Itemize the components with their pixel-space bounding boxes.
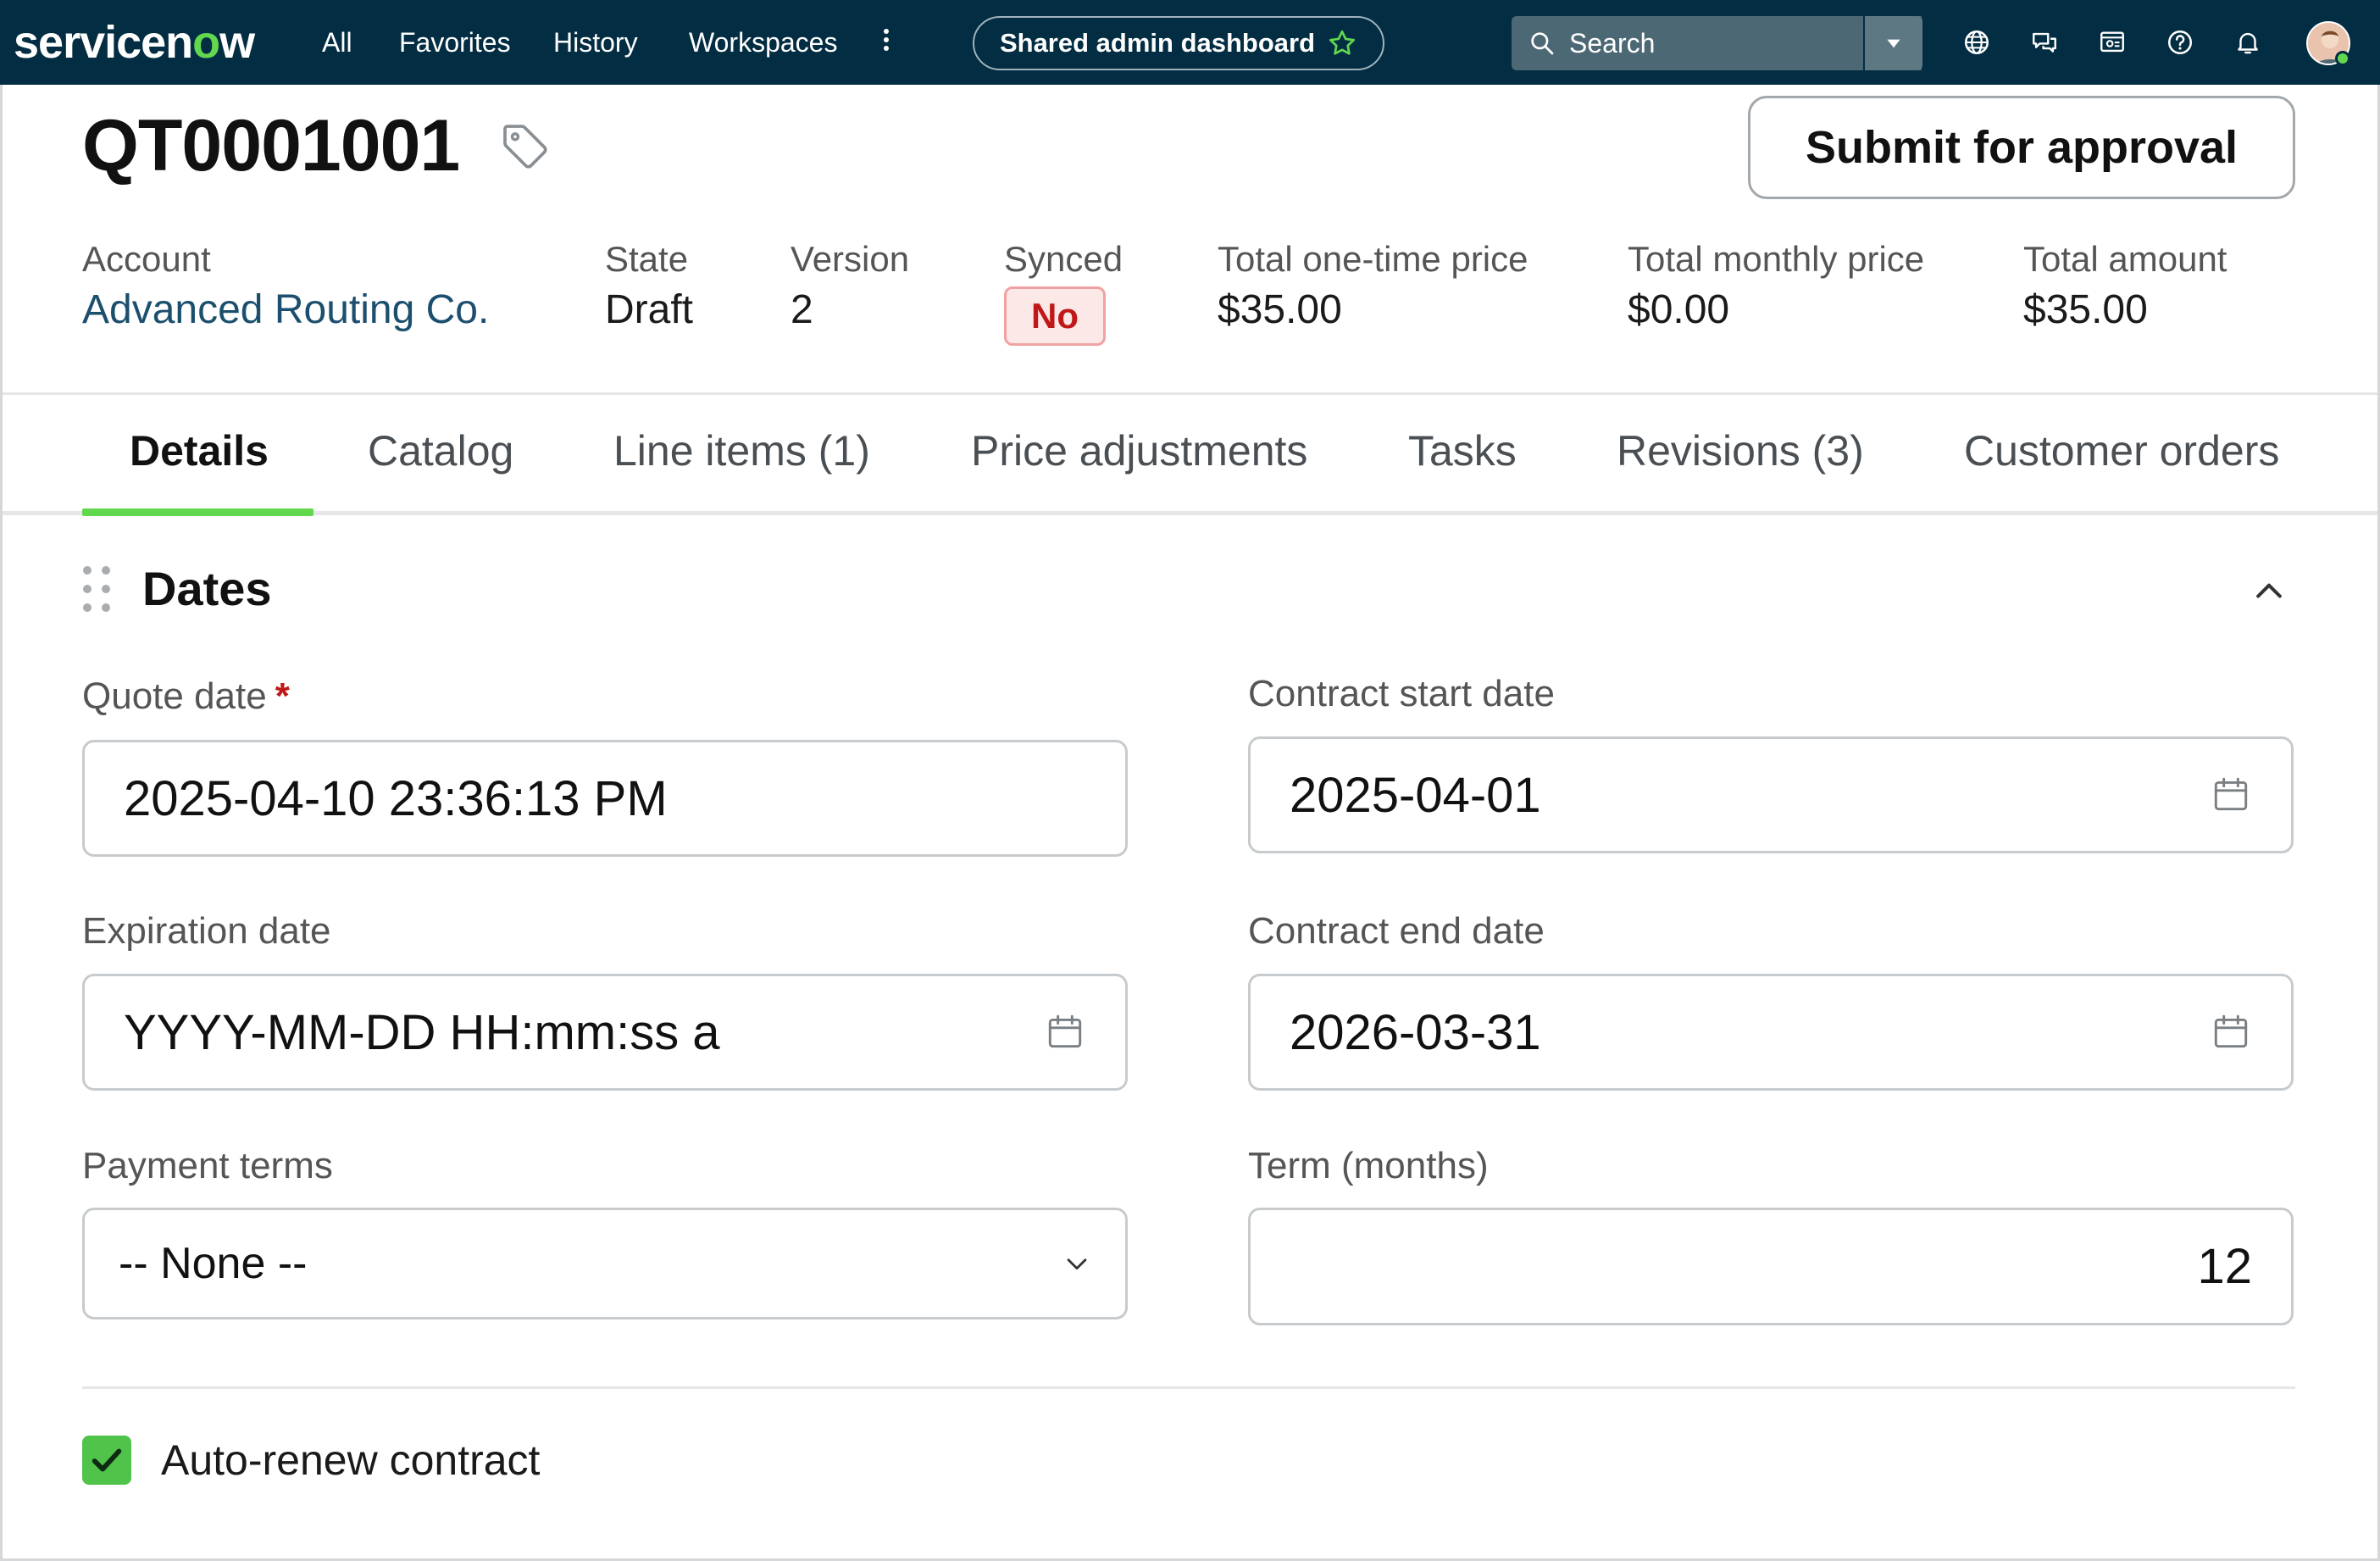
total-amount-label: Total amount xyxy=(2023,239,2227,279)
tabs-baseline xyxy=(3,511,2377,515)
contract-start-date-field[interactable]: 2025-04-01 xyxy=(1248,736,2294,853)
chevron-up-icon[interactable] xyxy=(2250,573,2288,610)
expiration-date-field[interactable]: YYYY-MM-DD HH:mm:ss a xyxy=(82,974,1128,1091)
workspace-pill-label: Shared admin dashboard xyxy=(999,28,1316,58)
contract-end-date-field[interactable]: 2026-03-31 xyxy=(1248,974,2294,1091)
version-value: 2 xyxy=(791,287,813,332)
workspace-pill[interactable]: Shared admin dashboard xyxy=(973,16,1384,70)
chevron-down-icon xyxy=(1067,1258,1087,1270)
monthly-price-label: Total monthly price xyxy=(1628,239,1925,279)
search-placeholder: Search xyxy=(1569,27,1656,58)
account-label: Account xyxy=(82,239,211,279)
record-number: QT0001001 xyxy=(82,105,460,186)
bell-icon[interactable] xyxy=(2231,25,2265,59)
caret-down-icon xyxy=(1887,39,1900,48)
synced-label: Synced xyxy=(1004,239,1123,279)
calendar-icon[interactable] xyxy=(1044,1011,1086,1053)
tag-icon[interactable] xyxy=(498,119,552,173)
nav-workspaces[interactable]: Workspaces xyxy=(689,0,837,85)
auto-renew-checkbox[interactable] xyxy=(82,1436,131,1485)
calendar-icon[interactable] xyxy=(2210,774,2252,816)
tab-price-adjustments[interactable]: Price adjustments xyxy=(971,426,1307,475)
help-icon[interactable] xyxy=(2163,25,2197,59)
total-amount-value: $35.00 xyxy=(2023,287,2148,332)
term-months-field[interactable]: 12 xyxy=(1248,1208,2294,1325)
submit-for-approval-button[interactable]: Submit for approval xyxy=(1748,96,2295,199)
state-label: State xyxy=(605,239,689,279)
section-divider xyxy=(82,1386,2295,1389)
star-icon[interactable] xyxy=(1327,28,1357,58)
required-indicator: * xyxy=(275,675,290,717)
monthly-price-value: $0.00 xyxy=(1628,287,1730,332)
top-navigation-bar: servicenow All Favorites History Workspa… xyxy=(0,0,2380,85)
nav-favorites[interactable]: Favorites xyxy=(399,0,511,85)
servicenow-logo[interactable]: servicenow xyxy=(14,8,255,76)
term-months-value: 12 xyxy=(2197,1239,2252,1294)
tab-customer-orders[interactable]: Customer orders xyxy=(1964,426,2279,475)
payment-terms-select[interactable]: -- None -- xyxy=(82,1208,1128,1319)
calendar-icon[interactable] xyxy=(2210,1011,2252,1053)
tab-details[interactable]: Details xyxy=(130,426,269,475)
contract-start-date-value: 2025-04-01 xyxy=(1290,767,1541,823)
expiration-date-label: Expiration date xyxy=(82,910,331,952)
chat-icon[interactable] xyxy=(2028,25,2061,59)
version-label: Version xyxy=(791,239,910,279)
account-link[interactable]: Advanced Routing Co. xyxy=(82,286,489,333)
checkmark-icon xyxy=(92,1448,122,1472)
payment-terms-label: Payment terms xyxy=(82,1145,333,1186)
state-value: Draft xyxy=(605,287,694,332)
expiration-date-placeholder: YYYY-MM-DD HH:mm:ss a xyxy=(124,1004,720,1060)
contract-end-date-value: 2026-03-31 xyxy=(1290,1004,1541,1060)
inbox-icon[interactable] xyxy=(2095,25,2129,59)
contract-end-date-label: Contract end date xyxy=(1248,910,1545,952)
presence-status-dot xyxy=(2335,51,2350,66)
quote-date-field[interactable]: 2025-04-10 23:36:13 PM xyxy=(82,740,1128,857)
auto-renew-label[interactable]: Auto-renew contract xyxy=(161,1436,540,1485)
one-time-price-label: Total one-time price xyxy=(1218,239,1528,279)
tab-catalog[interactable]: Catalog xyxy=(368,426,513,475)
drag-handle-icon[interactable] xyxy=(81,564,115,617)
active-tab-indicator xyxy=(82,508,313,516)
synced-status-badge: No xyxy=(1004,286,1106,346)
header-divider xyxy=(3,392,2377,395)
section-title: Dates xyxy=(142,562,272,615)
term-months-label: Term (months) xyxy=(1248,1145,1489,1186)
nav-all[interactable]: All xyxy=(322,0,352,85)
quote-date-value: 2025-04-10 23:36:13 PM xyxy=(124,770,668,826)
nav-history[interactable]: History xyxy=(553,0,638,85)
contract-start-date-label: Contract start date xyxy=(1248,673,1555,714)
tab-revisions[interactable]: Revisions (3) xyxy=(1617,426,1864,475)
search-scope-dropdown[interactable] xyxy=(1863,16,1922,70)
globe-icon[interactable] xyxy=(1960,25,1994,59)
more-menu-icon[interactable] xyxy=(879,25,893,59)
tab-tasks[interactable]: Tasks xyxy=(1408,426,1517,475)
one-time-price-value: $35.00 xyxy=(1218,287,1342,332)
global-search[interactable]: Search xyxy=(1512,16,1922,70)
search-icon xyxy=(1531,32,1554,55)
payment-terms-value: -- None -- xyxy=(119,1239,308,1288)
quote-date-label: Quote date * xyxy=(82,675,290,717)
tab-line-items[interactable]: Line items (1) xyxy=(613,426,870,475)
